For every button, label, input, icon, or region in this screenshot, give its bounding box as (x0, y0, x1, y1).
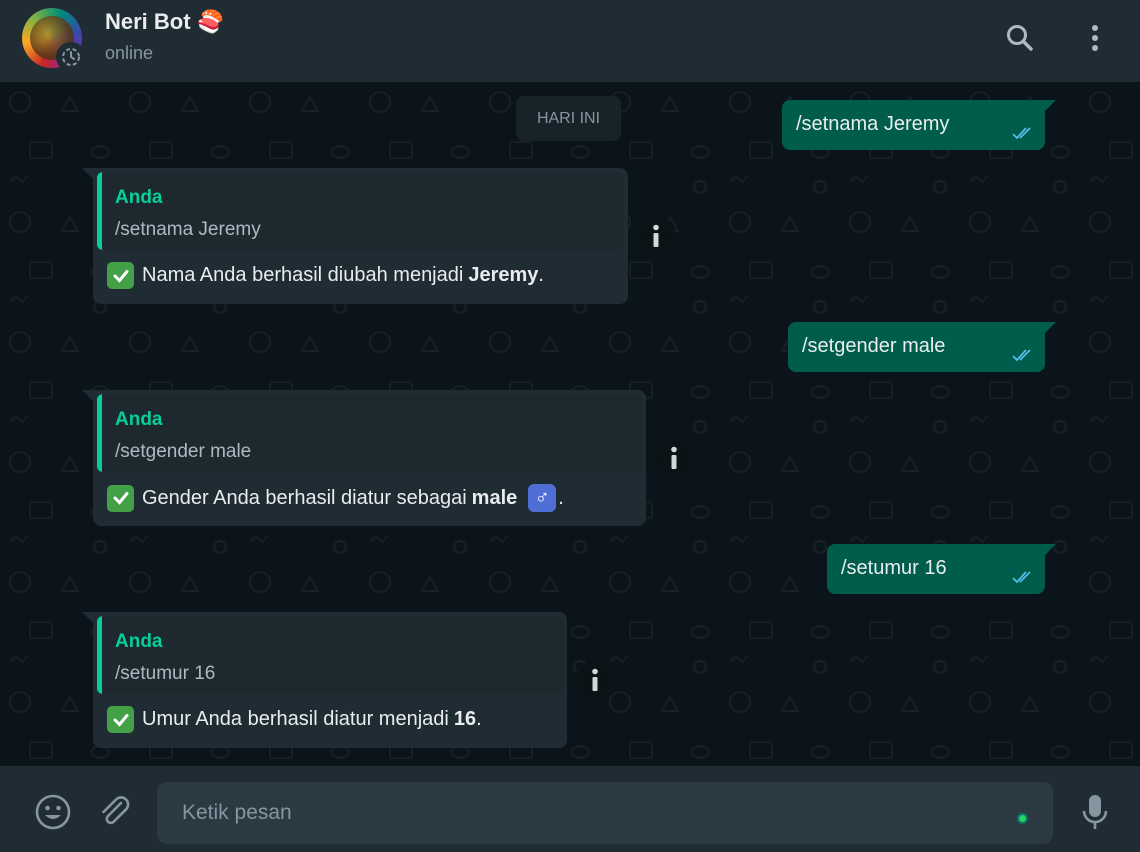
incoming-message[interactable]: Anda /setumur 16 Umur Anda berhasil diat… (82, 612, 567, 748)
quote-text: /setumur 16 (115, 663, 216, 684)
quote-author: Anda (115, 187, 163, 208)
message-input[interactable]: Ketik pesan (157, 782, 1053, 844)
contact-name[interactable]: Neri Bot 🍣 (105, 9, 224, 35)
read-ticks-icon (1012, 349, 1031, 362)
info-icon[interactable] (576, 661, 614, 699)
status-icon (56, 42, 86, 72)
quoted-message[interactable]: Anda /setumur 16 (97, 616, 563, 694)
male-sign-icon: ♂ (528, 484, 557, 512)
quote-text: /setnama Jeremy (115, 219, 261, 240)
quote-author: Anda (115, 409, 163, 430)
attach-icon[interactable] (93, 790, 137, 834)
quote-text: /setgender male (115, 441, 252, 462)
read-ticks-icon (1012, 127, 1031, 140)
quote-author: Anda (115, 631, 163, 652)
info-icon[interactable] (637, 217, 675, 255)
message-input-placeholder: Ketik pesan (182, 801, 292, 824)
status-dot (1017, 813, 1028, 824)
composer-bar: Ketik pesan (0, 766, 1140, 852)
search-icon[interactable] (1000, 18, 1040, 58)
chat-header: Neri Bot 🍣 online (0, 0, 1140, 82)
check-emoji-icon (107, 262, 134, 289)
info-icon[interactable] (655, 439, 693, 477)
quoted-message[interactable]: Anda /setgender male (97, 394, 642, 472)
outgoing-message[interactable]: /setnama Jeremy (782, 100, 1056, 150)
contact-status: online (105, 43, 154, 63)
message-text: /setnama Jeremy (796, 113, 950, 135)
check-emoji-icon (107, 706, 134, 733)
date-divider: HARI INI (516, 96, 621, 141)
check-emoji-icon (107, 484, 134, 512)
message-text: Nama Anda berhasil diubah menjadi Jeremy. (107, 262, 544, 289)
incoming-message[interactable]: Anda /setnama Jeremy Nama Anda berhasil … (82, 168, 628, 304)
chat-area[interactable]: HARI INI /setnama Jeremy Anda /setnama J… (0, 82, 1140, 766)
read-ticks-icon (1012, 571, 1031, 584)
message-text: Umur Anda berhasil diatur menjadi 16. (107, 706, 482, 733)
quoted-message[interactable]: Anda /setnama Jeremy (97, 172, 624, 250)
message-text: /setumur 16 (841, 557, 947, 579)
menu-icon[interactable] (1075, 18, 1115, 58)
message-text: /setgender male (802, 335, 946, 357)
mic-icon[interactable] (1073, 790, 1117, 834)
outgoing-message[interactable]: /setumur 16 (827, 544, 1056, 594)
incoming-message[interactable]: Anda /setgender male Gender Anda berhasi… (82, 390, 646, 526)
emoji-icon[interactable] (31, 790, 75, 834)
message-text: Gender Anda berhasil diatur sebagai male … (107, 484, 564, 512)
outgoing-message[interactable]: /setgender male (788, 322, 1056, 372)
